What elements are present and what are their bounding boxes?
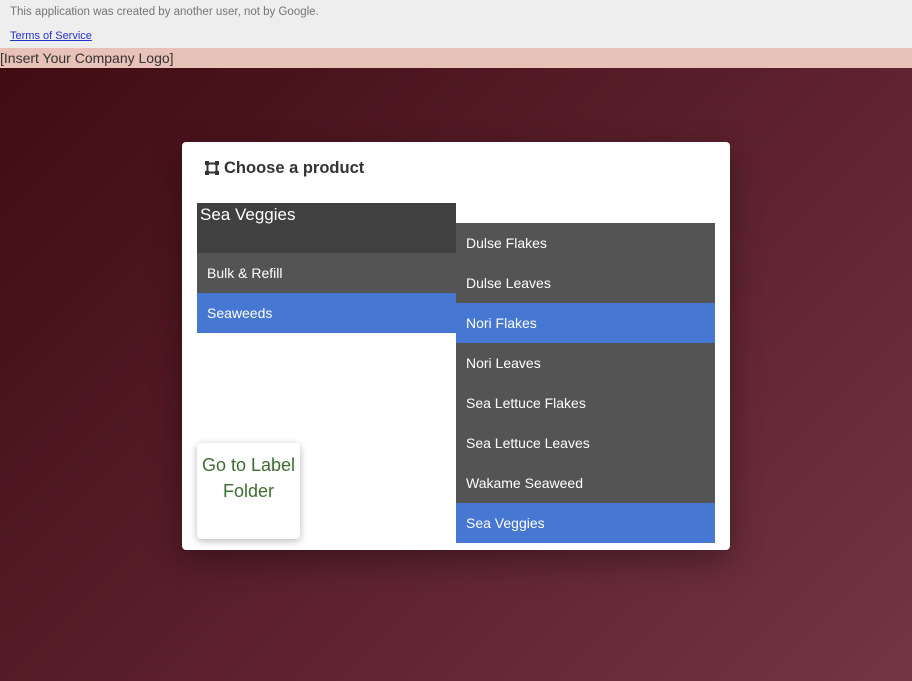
product-item[interactable]: Wakame Seaweed	[456, 463, 715, 503]
category-item[interactable]: Seaweeds	[197, 293, 456, 333]
product-item[interactable]: Sea Veggies	[456, 503, 715, 543]
product-item[interactable]: Sea Lettuce Flakes	[456, 383, 715, 423]
go-to-label-folder-button[interactable]: Go to Label Folder	[197, 443, 300, 539]
product-item[interactable]: Nori Leaves	[456, 343, 715, 383]
company-logo-bar: [Insert Your Company Logo]	[0, 48, 912, 68]
product-item[interactable]: Nori Flakes	[456, 303, 715, 343]
product-item[interactable]: Dulse Flakes	[456, 223, 715, 263]
product-chooser-dialog: Choose a product Sea Veggies Bulk & Refi…	[182, 142, 730, 550]
product-item[interactable]: Sea Lettuce Leaves	[456, 423, 715, 463]
category-item[interactable]: Bulk & Refill	[197, 253, 456, 293]
dialog-title-text: Choose a product	[224, 158, 365, 177]
terms-of-service-link[interactable]: Terms of Service	[10, 30, 92, 42]
dialog-title: Choose a product	[204, 157, 364, 179]
google-notice-bar: This application was created by another …	[0, 0, 912, 48]
category-list: Sea Veggies Bulk & Refill Seaweeds	[197, 203, 456, 333]
product-box-icon	[204, 160, 220, 176]
product-list: Dulse Flakes Dulse Leaves Nori Flakes Nori …	[456, 223, 715, 543]
company-logo-placeholder: [Insert Your Company Logo]	[0, 50, 174, 66]
product-item[interactable]: Dulse Leaves	[456, 263, 715, 303]
notice-text: This application was created by another …	[10, 6, 319, 18]
category-header: Sea Veggies	[197, 203, 456, 253]
